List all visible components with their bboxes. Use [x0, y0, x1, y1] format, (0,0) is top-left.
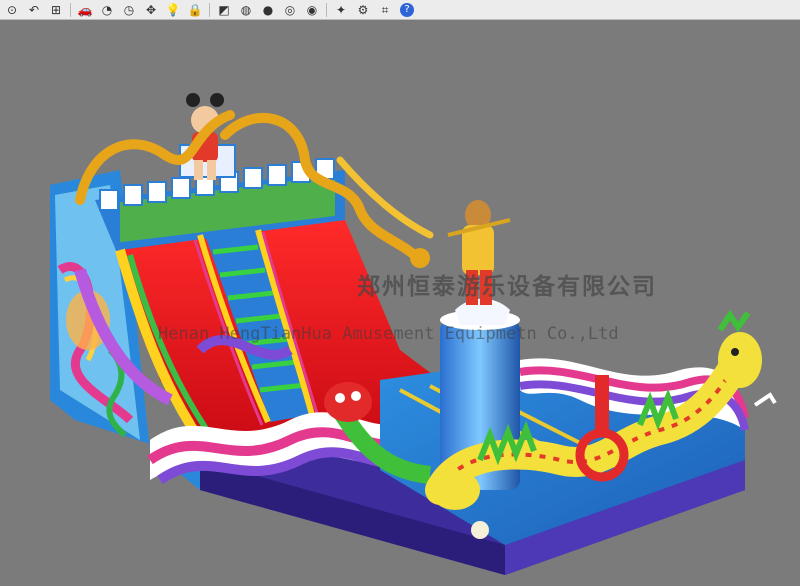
help-icon[interactable]: ?: [400, 2, 414, 17]
undo-icon[interactable]: ↶: [24, 1, 44, 19]
wand-icon[interactable]: ✦: [331, 1, 351, 19]
sphere-shaded-icon[interactable]: ◉: [302, 1, 322, 19]
car-icon[interactable]: 🚗: [75, 1, 95, 19]
grid-icon[interactable]: ⊞: [46, 1, 66, 19]
lock-icon[interactable]: 🔒: [185, 1, 205, 19]
crop-icon[interactable]: ⌗: [375, 1, 395, 19]
measure-icon[interactable]: ◔: [97, 1, 117, 19]
toolbar-separator: [209, 2, 210, 17]
settings-icon[interactable]: ⚙: [353, 1, 373, 19]
toolbar-separator: [326, 2, 327, 17]
light-icon[interactable]: 💡: [163, 1, 183, 19]
sphere-flat-icon[interactable]: ●: [258, 1, 278, 19]
color-wheel-icon[interactable]: ◍: [236, 1, 256, 19]
toolbar: ⊙ ↶ ⊞ 🚗 ◔ ◷ ✥ 💡 🔒 ◩ ◍ ● ◎ ◉ ✦ ⚙ ⌗?: [0, 0, 800, 20]
zoom-icon[interactable]: ⊙: [2, 1, 22, 19]
toolbar-separator: [70, 2, 71, 17]
watermark-chinese: 郑州恒泰游乐设备有限公司: [357, 274, 657, 300]
paint-icon[interactable]: ◩: [214, 1, 234, 19]
clock-icon[interactable]: ◷: [119, 1, 139, 19]
inflatable-slide-model: [50, 93, 777, 575]
move-icon[interactable]: ✥: [141, 1, 161, 19]
sphere-wire-icon[interactable]: ◎: [280, 1, 300, 19]
watermark-english: Henan HengTianHua Amusement Equipmetn Co…: [158, 324, 619, 344]
3d-viewport[interactable]: 郑州恒泰游乐设备有限公司 Henan HengTianHua Amusement…: [0, 20, 800, 586]
